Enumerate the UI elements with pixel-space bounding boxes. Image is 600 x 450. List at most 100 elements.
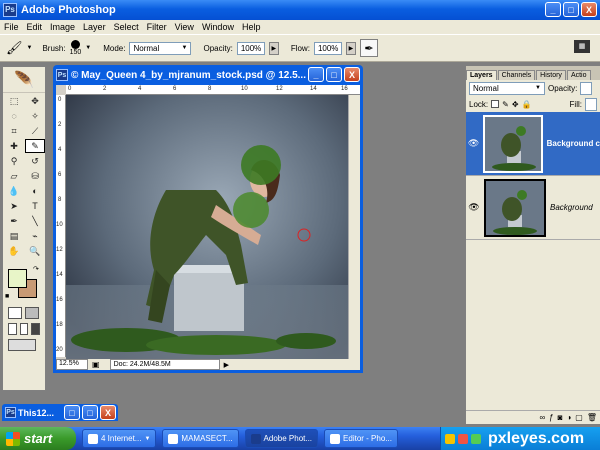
vertical-ruler[interactable]: 0 2 4 6 8 10 12 14 16 18 20 — [56, 95, 66, 357]
menu-select[interactable]: Select — [110, 22, 143, 32]
app-title-bar[interactable]: Ps Adobe Photoshop _ □ X — [0, 0, 600, 20]
tab-actions[interactable]: Actio — [566, 70, 591, 80]
tool-preset-arrow-icon[interactable]: ▼ — [27, 45, 33, 51]
lock-position-icon[interactable]: ✥ — [512, 100, 519, 109]
standard-mode-icon[interactable] — [8, 307, 22, 319]
tray-icon[interactable] — [445, 433, 455, 444]
opacity-slider-button[interactable]: ▶ — [268, 41, 279, 55]
menu-filter[interactable]: Filter — [143, 22, 171, 32]
lasso-tool-icon[interactable]: ◌ — [4, 109, 24, 123]
blur-tool-icon[interactable]: 💧 — [4, 184, 24, 198]
document-minimize-button[interactable]: _ — [308, 67, 324, 82]
paint-bucket-tool-icon[interactable]: ⛁ — [25, 169, 45, 183]
status-menu-arrow-icon[interactable]: ▶ — [224, 361, 229, 369]
lock-all-icon[interactable]: 🔒 — [522, 100, 532, 109]
layer-name[interactable]: Background c — [547, 139, 600, 148]
fill-input[interactable] — [585, 97, 597, 111]
line-tool-icon[interactable]: ╲ — [25, 214, 45, 228]
document-maximize-button[interactable]: □ — [326, 67, 342, 82]
standard-screen-icon[interactable] — [8, 323, 17, 335]
dodge-tool-icon[interactable]: ◐ — [25, 184, 45, 198]
default-colors-icon[interactable]: ■ — [5, 293, 9, 300]
eyedropper-tool-icon[interactable]: ⌁ — [25, 229, 45, 243]
full-screen-icon[interactable] — [31, 323, 41, 335]
minimized-document-window[interactable]: Ps This12... □ □ X — [2, 404, 118, 421]
doc-size-info[interactable]: Doc: 24.2M/48.5M — [109, 359, 220, 370]
vertical-scrollbar[interactable] — [348, 95, 360, 359]
tab-layers[interactable]: Layers — [466, 70, 497, 80]
jump-to-imageready-icon[interactable] — [8, 339, 36, 351]
menu-file[interactable]: File — [0, 22, 23, 32]
brush-picker-arrow-icon[interactable]: ▼ — [85, 45, 91, 51]
restore-button[interactable]: □ — [563, 2, 579, 17]
flow-slider-button[interactable]: ▶ — [345, 41, 356, 55]
link-layers-icon[interactable]: ∞ — [539, 413, 545, 422]
tab-channels[interactable]: Channels — [497, 70, 536, 80]
tab-history[interactable]: History — [536, 70, 566, 80]
layer-mask-icon[interactable]: ◙ — [558, 413, 563, 422]
document-title-bar[interactable]: Ps © May_Queen 4_by_mjranum_stock.psd @ … — [56, 65, 360, 85]
slice-tool-icon[interactable]: ⟋ — [25, 124, 45, 138]
taskbar-item-internet[interactable]: 4 Internet... ▼ — [82, 429, 157, 448]
lock-pixels-icon[interactable]: ✎ — [502, 100, 509, 109]
document-close-button[interactable]: X — [344, 67, 360, 82]
tray-icon[interactable] — [458, 433, 468, 444]
airbrush-toggle-icon[interactable]: ✒ — [359, 39, 378, 57]
flow-input[interactable]: 100% — [313, 41, 342, 55]
delete-layer-icon[interactable]: 🗑 — [587, 413, 597, 422]
palette-well-icon[interactable]: ▦ — [574, 40, 590, 53]
history-brush-tool-icon[interactable]: ↺ — [25, 154, 45, 168]
brush-tool-icon[interactable]: 🖌 — [6, 40, 23, 56]
full-screen-menu-icon[interactable] — [19, 323, 29, 335]
foreground-color-swatch[interactable] — [8, 269, 27, 288]
opacity-input[interactable]: 100% — [236, 41, 265, 55]
menu-view[interactable]: View — [171, 22, 198, 32]
brush-preset-picker[interactable]: 150 — [70, 40, 81, 56]
minimize-button[interactable]: _ — [545, 2, 561, 17]
start-button[interactable]: start — [0, 427, 76, 450]
swap-colors-icon[interactable]: ↷ — [33, 265, 39, 273]
layer-style-icon[interactable]: ƒ — [549, 413, 553, 422]
document-canvas[interactable] — [66, 95, 348, 359]
move-tool-icon[interactable]: ✥ — [25, 94, 45, 108]
layer-blend-mode-select[interactable]: Normal ▼ — [469, 81, 545, 95]
brush-tool-icon-active[interactable]: ✎ — [25, 139, 45, 153]
zoom-level-field[interactable]: 12.5% — [56, 359, 88, 370]
horizontal-ruler[interactable]: 0 2 4 6 8 10 12 14 16 — [66, 85, 360, 95]
clone-stamp-tool-icon[interactable]: ⚲ — [4, 154, 24, 168]
lock-transparency-checkbox[interactable] — [491, 100, 500, 108]
pen-tool-icon[interactable]: ✒ — [4, 214, 24, 228]
menu-edit[interactable]: Edit — [23, 22, 47, 32]
close-button[interactable]: X — [581, 2, 597, 17]
layer-row[interactable]: 👁 Background c — [466, 112, 600, 176]
document-window[interactable]: Ps © May_Queen 4_by_mjranum_stock.psd @ … — [53, 65, 363, 373]
menu-image[interactable]: Image — [46, 22, 79, 32]
menu-window[interactable]: Window — [198, 22, 238, 32]
tray-icon[interactable] — [471, 433, 481, 444]
new-adjustment-layer-icon[interactable]: ◑ — [566, 413, 571, 422]
taskbar-item-photoshop[interactable]: Adobe Phot... — [244, 429, 319, 448]
layer-opacity-input[interactable] — [580, 81, 593, 95]
quick-mask-mode-icon[interactable] — [25, 307, 39, 319]
healing-brush-tool-icon[interactable]: ✚ — [4, 139, 24, 153]
menu-layer[interactable]: Layer — [79, 22, 110, 32]
minimized-maximize-button[interactable]: □ — [82, 405, 98, 420]
eye-icon[interactable]: 👁 — [466, 202, 482, 213]
minimized-close-button[interactable]: X — [100, 405, 116, 420]
hand-tool-icon[interactable]: ✋ — [4, 244, 24, 258]
layer-name[interactable]: Background — [550, 203, 593, 212]
new-layer-icon[interactable]: ▢ — [575, 413, 583, 422]
eye-icon[interactable]: 👁 — [466, 138, 481, 149]
crop-tool-icon[interactable]: ⌗ — [4, 124, 24, 138]
magic-wand-tool-icon[interactable]: ✧ — [25, 109, 45, 123]
menu-help[interactable]: Help — [238, 22, 265, 32]
marquee-tool-icon[interactable]: ⬚ — [4, 94, 24, 108]
path-selection-tool-icon[interactable]: ➤ — [4, 199, 24, 213]
taskbar-item-editor[interactable]: Editor - Pho... — [324, 429, 398, 448]
layer-row[interactable]: 👁 Background — [466, 176, 600, 240]
minimized-restore-button[interactable]: □ — [64, 405, 80, 420]
taskbar-item-mamasect[interactable]: MAMASECT... — [162, 429, 239, 448]
type-tool-icon[interactable]: T — [25, 199, 45, 213]
notes-tool-icon[interactable]: ▤ — [4, 229, 24, 243]
mode-select[interactable]: Normal ▼ — [129, 41, 192, 55]
